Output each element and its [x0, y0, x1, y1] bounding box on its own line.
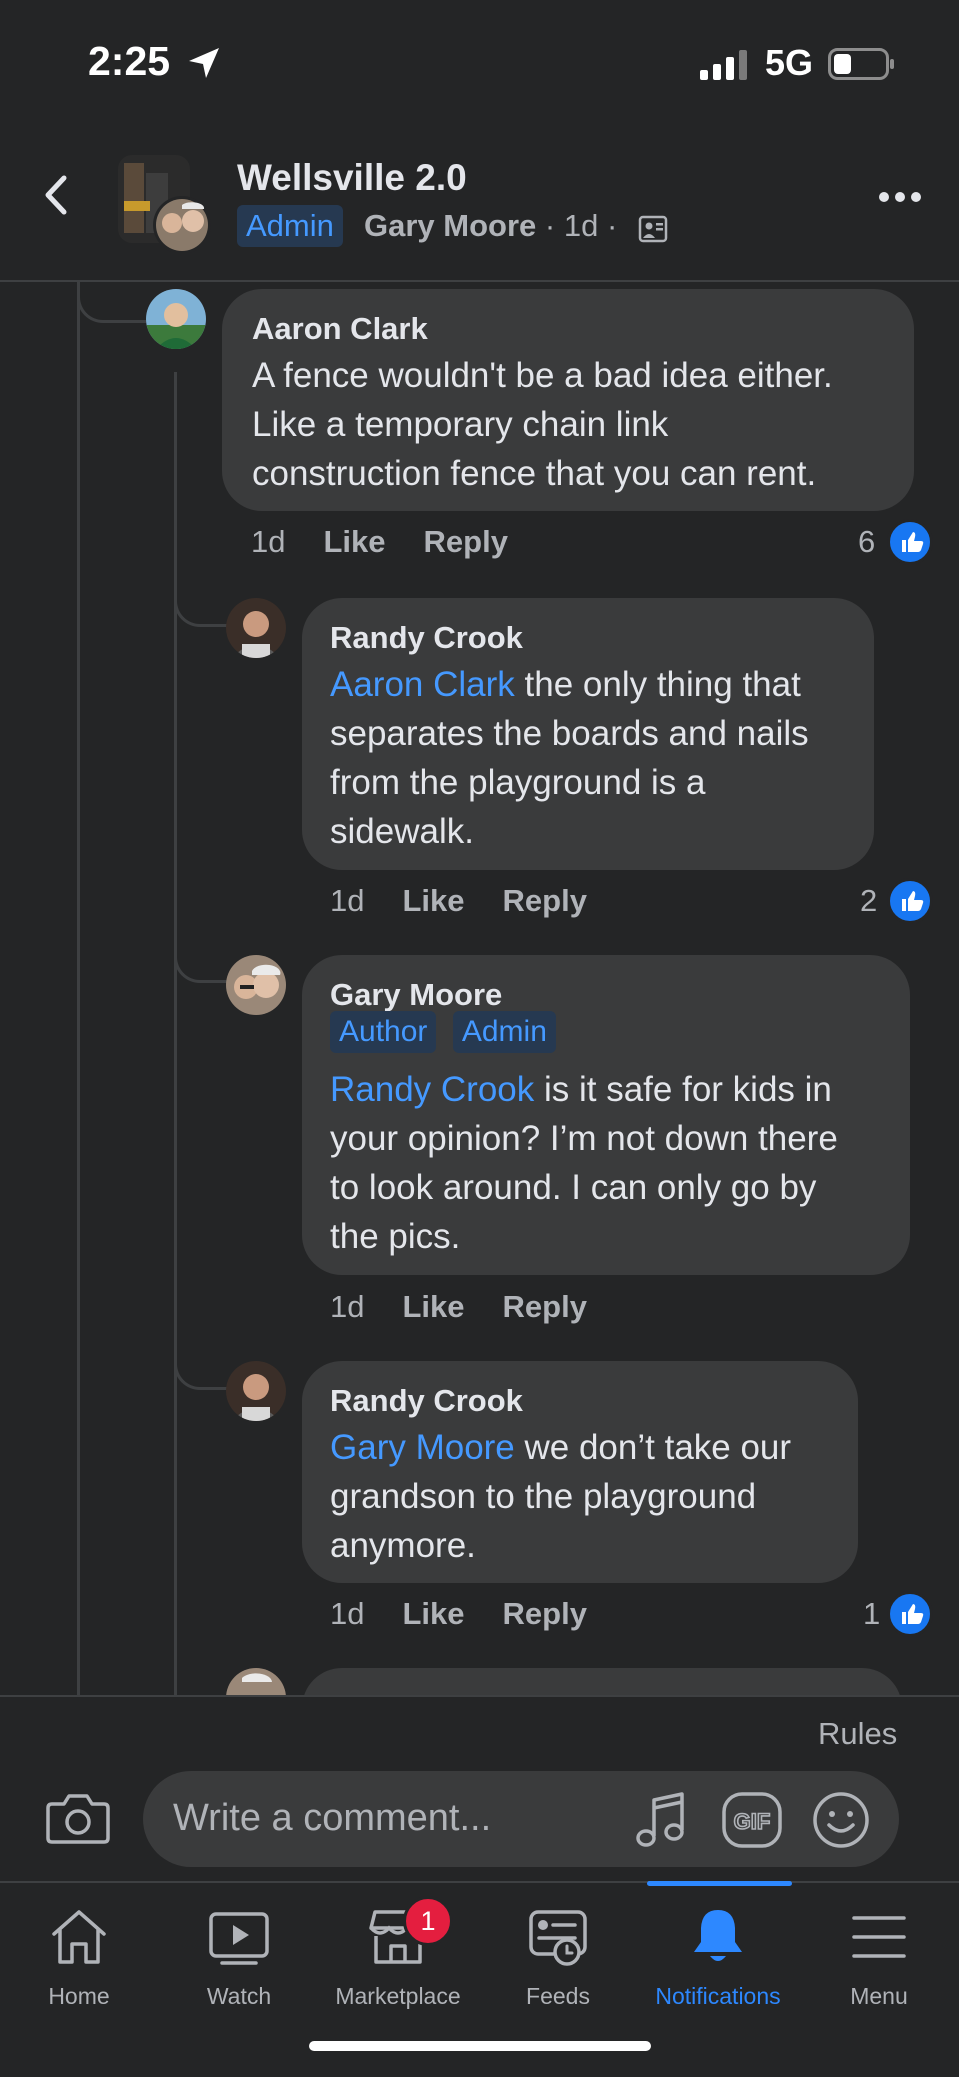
avatar[interactable]	[226, 598, 286, 658]
comment-bubble: Randy Crook Gary Moore we don’t take our…	[302, 1361, 858, 1583]
nav-feeds[interactable]: Feeds	[483, 1906, 633, 2010]
comment-text: A fence wouldn't be a bad idea either. L…	[252, 356, 833, 493]
reply-thread-line	[174, 372, 177, 1695]
rules-link[interactable]: Rules	[818, 1716, 897, 1752]
mention-link[interactable]: Aaron Clark	[330, 665, 515, 704]
location-arrow-icon	[189, 48, 219, 78]
like-button[interactable]: Like	[402, 1596, 464, 1631]
mention-link[interactable]: Gary Moore	[330, 1428, 515, 1467]
more-options-icon[interactable]	[878, 190, 922, 204]
notification-badge: 1	[403, 1896, 453, 1946]
author-chip: Author	[330, 1011, 437, 1053]
nav-label: Watch	[206, 1983, 272, 2009]
reply-button[interactable]: Reply	[503, 1289, 587, 1324]
comment-author[interactable]: Randy Crook	[330, 1383, 523, 1419]
comment-age: 1d	[251, 524, 286, 559]
nav-watch[interactable]: Watch	[164, 1906, 314, 2010]
post-meta: Gary Moore · 1d ·	[364, 208, 618, 243]
comment-age: 1d	[330, 883, 365, 918]
nav-label: Marketplace	[335, 1983, 461, 2009]
back-chevron-icon[interactable]	[36, 170, 76, 220]
comment-input-placeholder[interactable]: Write a comment...	[173, 1797, 491, 1840]
post-age: 1d	[563, 208, 599, 243]
thread-connector	[77, 282, 146, 323]
comment-text: Aaron Clark the only thing that separate…	[330, 665, 809, 851]
comment-age: 1d	[330, 1289, 365, 1324]
comment-author[interactable]: Randy Crook	[330, 620, 523, 656]
camera-icon[interactable]	[46, 1790, 110, 1846]
gif-icon[interactable]: GIF	[722, 1792, 782, 1848]
menu-icon	[852, 1916, 906, 1958]
reply-button[interactable]: Reply	[503, 1596, 587, 1631]
comment-actions: 1d Like Reply	[330, 883, 587, 919]
group-privacy-icon	[638, 215, 668, 243]
nav-label: Notifications	[655, 1983, 781, 2009]
like-reaction-icon	[887, 1591, 933, 1637]
mention-link[interactable]: Randy Crook	[330, 1070, 534, 1109]
nav-label: Menu	[850, 1983, 908, 2009]
comment-author[interactable]: Gary Moore	[330, 977, 502, 1013]
nav-label: Home	[48, 1983, 110, 2009]
watch-icon	[209, 1912, 269, 1965]
author-badges: Author Admin	[330, 1011, 556, 1053]
nav-label: Feeds	[526, 1983, 590, 2009]
comment-bubble: Randy Crook Aaron Clark the only thing t…	[302, 598, 874, 870]
status-time: 2:25	[88, 38, 171, 84]
comment-actions: 1d Like Reply	[330, 1289, 587, 1325]
avatar[interactable]	[226, 955, 286, 1015]
music-note-icon[interactable]	[634, 1790, 690, 1850]
home-icon	[52, 1910, 106, 1964]
like-reaction-icon	[887, 519, 933, 565]
reaction-count[interactable]: 6	[858, 524, 875, 560]
comment-text: Gary Moore we don’t take our grandson to…	[330, 1428, 792, 1565]
thread-line	[77, 282, 80, 1695]
bell-icon	[694, 1910, 742, 1961]
comment-actions: 1d Like Reply	[251, 524, 508, 560]
home-indicator	[309, 2041, 651, 2051]
comment-bubble: Gary Moore Author Admin Randy Crook is i…	[302, 955, 910, 1275]
nav-home[interactable]: Home	[4, 1906, 154, 2010]
comment-author[interactable]: Aaron Clark	[252, 311, 428, 347]
reply-connector	[174, 590, 227, 627]
post-author[interactable]: Gary Moore	[364, 208, 536, 243]
reply-button[interactable]: Reply	[503, 883, 587, 918]
admin-chip: Admin	[452, 1011, 556, 1053]
cellular-signal-icon	[700, 50, 747, 80]
battery-icon	[828, 48, 894, 80]
comment-text: Randy Crook is it safe for kids in your …	[330, 1070, 838, 1256]
svg-text:GIF: GIF	[734, 1809, 771, 1834]
nav-notifications[interactable]: Notifications	[643, 1906, 793, 2010]
reply-connector	[174, 1353, 227, 1390]
admin-badge: Admin	[237, 205, 343, 247]
reaction-count[interactable]: 2	[860, 883, 877, 919]
reply-button[interactable]: Reply	[424, 524, 508, 559]
like-button[interactable]: Like	[402, 1289, 464, 1324]
active-tab-indicator	[647, 1881, 792, 1886]
nav-menu[interactable]: Menu	[804, 1906, 954, 2010]
like-button[interactable]: Like	[323, 524, 385, 559]
emoji-icon[interactable]	[812, 1791, 870, 1849]
avatar[interactable]	[146, 289, 206, 349]
avatar[interactable]	[226, 1361, 286, 1421]
feeds-icon	[529, 1910, 587, 1966]
network-type: 5G	[765, 42, 814, 83]
reply-connector	[174, 946, 227, 983]
comment-age: 1d	[330, 1596, 365, 1631]
like-button[interactable]: Like	[402, 883, 464, 918]
group-title[interactable]: Wellsville 2.0	[237, 157, 467, 199]
comment-actions: 1d Like Reply	[330, 1596, 587, 1632]
like-reaction-icon	[887, 878, 933, 924]
group-avatar[interactable]	[116, 153, 216, 254]
comment-bubble: Aaron Clark A fence wouldn't be a bad id…	[222, 289, 914, 511]
reaction-count[interactable]: 1	[863, 1596, 880, 1632]
